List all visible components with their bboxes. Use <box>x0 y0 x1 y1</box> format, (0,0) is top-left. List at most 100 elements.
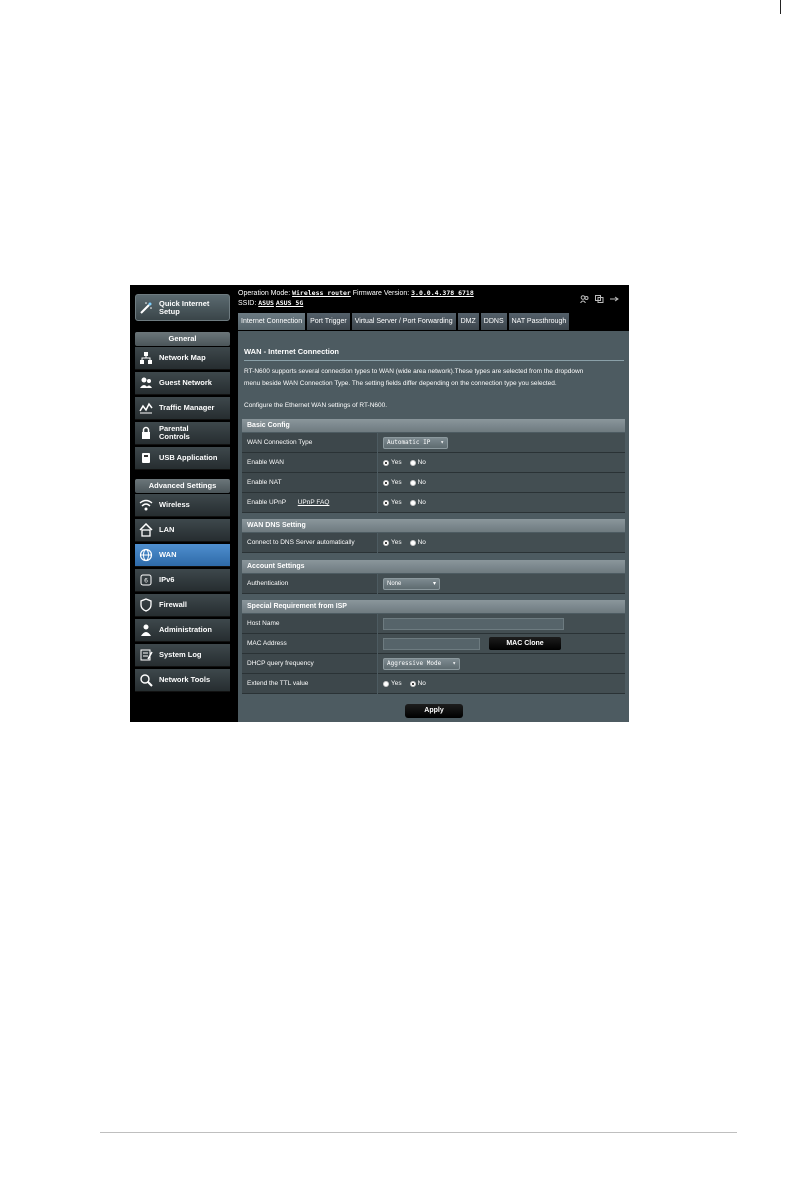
ipv6-icon: 6 <box>139 573 153 587</box>
radio-unselected-icon <box>383 680 389 687</box>
radio-label: No <box>417 479 426 486</box>
enable-upnp-no-radio[interactable]: No <box>409 499 426 506</box>
host-name-input[interactable] <box>383 617 564 630</box>
enable-wan-cell: Yes No <box>378 453 625 473</box>
enable-nat-cell: Yes No <box>378 473 625 493</box>
host-name-label: Host Name <box>242 614 377 634</box>
radio-label: Yes <box>391 680 402 687</box>
tab-nat-passthrough[interactable]: NAT Passthrough <box>508 313 570 330</box>
svg-text:6: 6 <box>144 578 148 585</box>
sidebar-item-parental-controls[interactable]: Parental Controls <box>135 422 230 445</box>
sidebar-item-ipv6[interactable]: 6 IPv6 <box>135 569 230 592</box>
enable-wan-yes-radio[interactable]: Yes <box>383 459 402 466</box>
ssid-label: SSID: <box>238 300 257 307</box>
wan-type-label: WAN Connection Type <box>242 433 377 453</box>
radio-unselected-icon <box>409 459 416 466</box>
firmware-label: Firmware Version: <box>352 290 410 297</box>
operation-mode-link[interactable]: Wireless router <box>292 289 351 297</box>
tab-virtual-server[interactable]: Virtual Server / Port Forwarding <box>351 313 456 330</box>
extend-ttl-cell: Yes No <box>378 674 625 694</box>
admin-icon <box>139 623 153 637</box>
extend-ttl-yes-radio[interactable]: Yes <box>383 680 402 687</box>
general-header: General <box>135 332 230 346</box>
usb-status-icon[interactable] <box>610 295 619 305</box>
apply-button[interactable]: Apply <box>405 704 463 718</box>
dns-auto-yes-radio[interactable]: Yes <box>383 539 402 546</box>
sidebar-item-firewall[interactable]: Firewall <box>135 594 230 617</box>
enable-upnp-cell: Yes No <box>378 493 625 513</box>
enable-nat-yes-radio[interactable]: Yes <box>383 479 402 486</box>
dns-auto-label: Connect to DNS Server automatically <box>242 533 377 553</box>
tab-port-trigger[interactable]: Port Trigger <box>307 313 350 330</box>
mac-clone-button[interactable]: MAC Clone <box>489 637 561 650</box>
mac-address-cell: MAC Clone <box>378 634 625 654</box>
sidebar-item-label: LAN <box>159 525 175 534</box>
ssid-24g-link[interactable]: ASUS <box>258 299 274 307</box>
log-icon <box>139 648 153 662</box>
dropdown-arrow-icon: ▾ <box>432 580 436 587</box>
extend-ttl-no-radio[interactable]: No <box>409 680 426 687</box>
sidebar-item-usb-application[interactable]: USB Application <box>135 447 230 470</box>
dns-auto-no-radio[interactable]: No <box>409 539 426 546</box>
extend-ttl-label: Extend the TTL value <box>242 674 377 694</box>
magic-wand-icon <box>139 301 153 315</box>
enable-upnp-yes-radio[interactable]: Yes <box>383 499 402 506</box>
radio-label: No <box>417 499 426 506</box>
authentication-value: None <box>387 580 402 587</box>
sidebar-item-network-tools[interactable]: Network Tools <box>135 669 230 692</box>
traffic-manager-icon <box>139 401 153 415</box>
wifi-icon <box>139 498 153 512</box>
sidebar-item-label: Network Map <box>159 353 206 362</box>
sidebar-item-system-log[interactable]: System Log <box>135 644 230 667</box>
sidebar-item-administration[interactable]: Administration <box>135 619 230 642</box>
enable-wan-no-radio[interactable]: No <box>409 459 426 466</box>
sidebar-item-network-map[interactable]: Network Map <box>135 347 230 370</box>
dhcp-frequency-select[interactable]: Aggressive Mode ▾ <box>383 657 460 670</box>
guest-network-icon <box>139 376 153 390</box>
radio-label: No <box>417 680 426 687</box>
enable-nat-no-radio[interactable]: No <box>409 479 426 486</box>
description-line-2: menu beside WAN Connection Type. The set… <box>244 380 557 387</box>
page-title: WAN - Internet Connection <box>244 347 339 356</box>
router-admin-screenshot: Quick Internet Setup General Network Map… <box>130 285 629 722</box>
sidebar-item-lan[interactable]: LAN <box>135 519 230 542</box>
dhcp-frequency-value: Aggressive Mode <box>387 659 442 667</box>
quick-internet-setup-label: Quick Internet Setup <box>159 298 210 316</box>
tab-internet-connection[interactable]: Internet Connection <box>238 313 306 330</box>
mac-address-input[interactable] <box>383 637 480 650</box>
sidebar-item-label: Administration <box>159 625 212 634</box>
authentication-cell: None ▾ <box>378 574 625 594</box>
ssid-5g-link[interactable]: ASUS_5G <box>276 299 303 307</box>
globe-icon <box>139 548 153 562</box>
enable-upnp-row-label: Enable UPnP UPnP FAQ <box>242 493 377 513</box>
advanced-settings-header: Advanced Settings <box>135 479 230 493</box>
sidebar-item-label: Parental Controls <box>159 424 190 441</box>
status-bar: Operation Mode: Wireless router Firmware… <box>238 289 629 313</box>
wan-type-select[interactable]: Automatic IP ▾ <box>383 436 448 449</box>
sidebar-item-traffic-manager[interactable]: Traffic Manager <box>135 397 230 420</box>
radio-selected-icon <box>383 499 389 506</box>
radio-selected-icon <box>383 459 389 466</box>
copy-icon[interactable] <box>595 295 604 305</box>
authentication-select[interactable]: None ▾ <box>383 577 440 590</box>
dropdown-arrow-icon: ▾ <box>440 438 444 446</box>
sidebar-item-wireless[interactable]: Wireless <box>135 494 230 517</box>
operation-mode-label: Operation Mode: <box>238 290 291 297</box>
upnp-faq-link[interactable]: UPnP FAQ <box>298 499 330 506</box>
sidebar-item-guest-network[interactable]: Guest Network <box>135 372 230 395</box>
account-settings-header: Account Settings <box>242 560 625 573</box>
sidebar-item-wan[interactable]: WAN <box>135 544 230 567</box>
dropdown-arrow-icon: ▾ <box>452 659 456 667</box>
description-line-3: Configure the Ethernet WAN settings of R… <box>244 402 388 409</box>
sidebar-item-label: Traffic Manager <box>159 403 215 412</box>
radio-label: No <box>417 459 426 466</box>
dhcp-frequency-label: DHCP query frequency <box>242 654 377 674</box>
firmware-version-link[interactable]: 3.0.0.4.378_6718 <box>411 289 474 297</box>
clients-icon[interactable] <box>580 295 589 305</box>
mac-address-label: MAC Address <box>242 634 377 654</box>
quick-internet-setup-button[interactable]: Quick Internet Setup <box>135 294 230 321</box>
tab-ddns[interactable]: DDNS <box>480 313 507 330</box>
sidebar-item-label: IPv6 <box>159 575 175 584</box>
authentication-label: Authentication <box>242 574 377 594</box>
tab-dmz[interactable]: DMZ <box>457 313 479 330</box>
